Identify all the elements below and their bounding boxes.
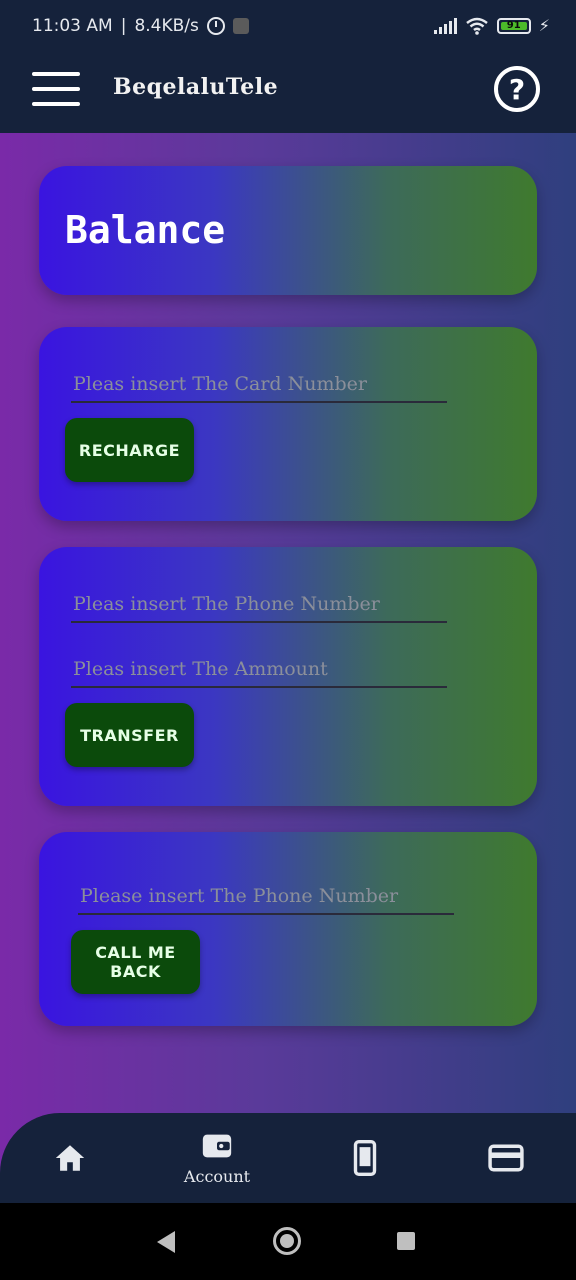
credit-card-icon bbox=[488, 1144, 524, 1172]
transfer-button[interactable]: TRANSFER bbox=[65, 703, 194, 767]
app-bar: BeqelaluTele ? bbox=[0, 56, 576, 133]
notification-app-icon bbox=[232, 18, 249, 34]
alarm-icon bbox=[206, 17, 225, 35]
home-icon bbox=[55, 1145, 85, 1171]
back-icon[interactable] bbox=[157, 1231, 175, 1253]
card-number-input[interactable] bbox=[71, 367, 447, 403]
balance-title[interactable]: Balance bbox=[65, 208, 225, 252]
status-left: 11:03 AM | 8.4KB/s bbox=[32, 16, 249, 36]
home-button-icon[interactable] bbox=[273, 1227, 301, 1255]
call-me-back-button[interactable]: CALL ME BACK bbox=[71, 930, 200, 994]
recharge-card: RECHARGE bbox=[39, 327, 537, 521]
recharge-button[interactable]: RECHARGE bbox=[65, 418, 194, 482]
status-separator: | bbox=[120, 16, 127, 36]
app-title: BeqelaluTele bbox=[113, 74, 279, 100]
wallet-icon bbox=[202, 1134, 232, 1158]
top-bar: 11:03 AM | 8.4KB/s 91 ⚡ BeqelaluTele ? bbox=[0, 0, 576, 133]
battery-level: 91 bbox=[506, 20, 521, 31]
wifi-icon bbox=[465, 17, 488, 35]
balance-card: Balance bbox=[39, 166, 537, 295]
recents-icon[interactable] bbox=[397, 1232, 415, 1250]
callback-card: CALL ME BACK bbox=[39, 832, 537, 1026]
signal-icon bbox=[433, 17, 457, 34]
transfer-card: TRANSFER bbox=[39, 547, 537, 806]
phone-device-icon bbox=[353, 1140, 377, 1176]
bottom-nav: Account bbox=[0, 1113, 576, 1203]
nav-card[interactable] bbox=[466, 1113, 546, 1203]
status-speed: 8.4KB/s bbox=[134, 16, 199, 36]
nav-device[interactable] bbox=[325, 1113, 405, 1203]
callback-phone-input[interactable] bbox=[78, 879, 454, 915]
nav-home[interactable] bbox=[30, 1113, 110, 1203]
system-nav-bar bbox=[0, 1203, 576, 1280]
menu-icon[interactable] bbox=[32, 72, 80, 108]
nav-account-label: Account bbox=[183, 1167, 251, 1186]
transfer-amount-input[interactable] bbox=[71, 652, 447, 688]
status-time: 11:03 AM bbox=[32, 16, 113, 36]
charging-icon: ⚡ bbox=[538, 16, 550, 35]
help-icon[interactable]: ? bbox=[494, 66, 540, 112]
status-right: 91 ⚡ bbox=[433, 16, 550, 35]
nav-account[interactable]: Account bbox=[177, 1113, 257, 1203]
status-bar: 11:03 AM | 8.4KB/s 91 ⚡ bbox=[0, 0, 576, 56]
battery-icon: 91 bbox=[496, 17, 531, 34]
transfer-phone-input[interactable] bbox=[71, 587, 447, 623]
